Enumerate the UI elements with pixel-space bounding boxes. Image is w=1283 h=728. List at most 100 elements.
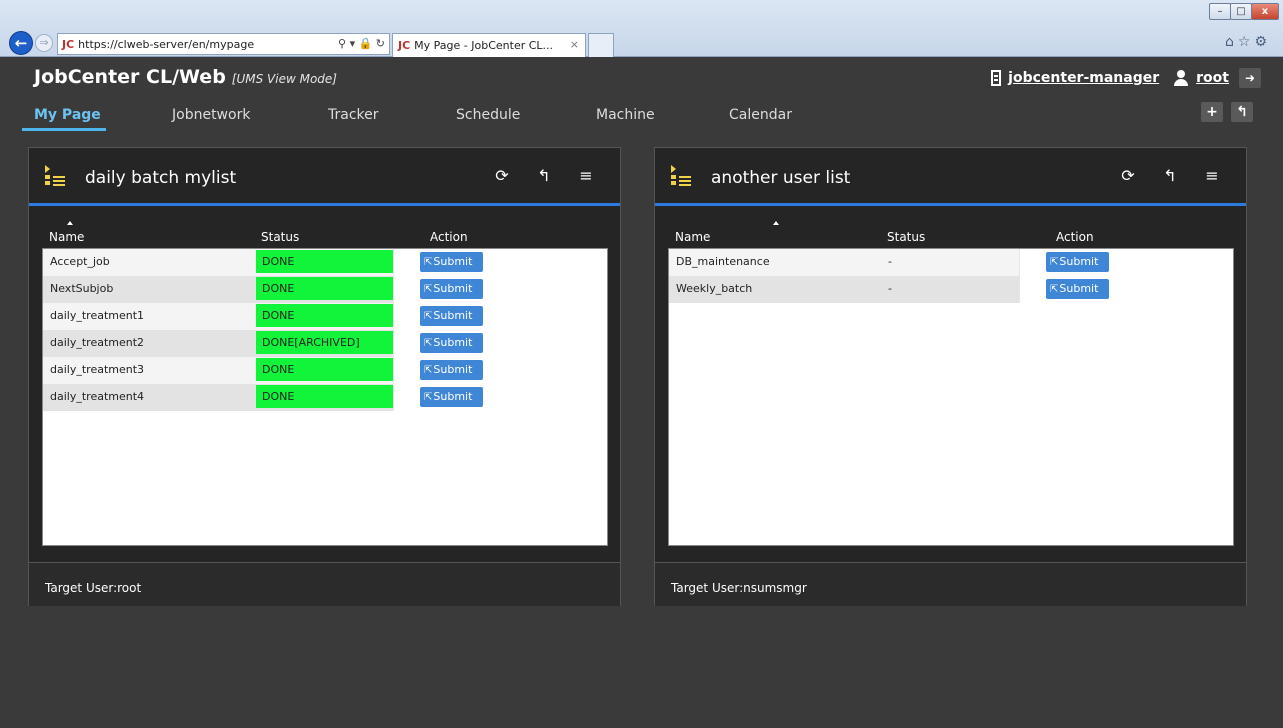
column-header-status[interactable]: Status	[887, 230, 925, 244]
table-row[interactable]: Weekly_batch - ⇱Submit	[669, 276, 1133, 303]
submit-button[interactable]: ⇱Submit	[420, 279, 483, 299]
panel-tools: ⟳ ↰ ≡	[468, 166, 594, 185]
column-header-status[interactable]: Status	[261, 230, 299, 244]
table-row[interactable]: daily_treatment3 DONE ⇱Submit	[43, 357, 507, 384]
user-icon	[1173, 70, 1189, 86]
site-logo-icon: JC	[62, 37, 75, 51]
status-badge: DONE	[256, 250, 393, 273]
panel-header: another user list ⟳ ↰ ≡	[655, 148, 1246, 206]
menu-my-page[interactable]: My Page	[34, 107, 101, 123]
job-name: DB_maintenance	[676, 255, 770, 268]
view-mode-label: [UMS View Mode]	[231, 72, 337, 86]
job-name: daily_treatment3	[50, 363, 145, 376]
submit-button[interactable]: ⇱Submit	[420, 387, 483, 407]
list-icon	[45, 165, 67, 187]
job-name: daily_treatment2	[50, 336, 145, 349]
browser-tab[interactable]: JC My Page - JobCenter CL... ×	[392, 33, 586, 57]
hamburger-icon[interactable]: ≡	[578, 166, 594, 185]
address-bar-icons[interactable]: ⚲ ▾ 🔒 ↻	[338, 37, 385, 50]
status-badge: -	[888, 255, 892, 268]
maximize-button[interactable]: □	[1230, 3, 1252, 20]
refresh-icon[interactable]: ⟳	[494, 166, 510, 185]
header-user-area: jobcenter-manager root ➜	[991, 68, 1261, 88]
submit-icon: ⇱	[424, 392, 433, 403]
main-menu: My Page Jobnetwork Tracker Schedule Mach…	[0, 101, 900, 135]
tab-title: My Page - JobCenter CL...	[414, 39, 554, 52]
wrench-icon[interactable]: ↰	[1231, 102, 1253, 122]
window-controls: – □ x	[1209, 3, 1279, 20]
address-url: https://clweb-server/en/mypage	[78, 37, 255, 51]
target-user-label: Target User:root	[45, 581, 142, 595]
column-header-action: Action	[430, 230, 468, 244]
table-row[interactable]: Accept_job DONE ⇱Submit	[43, 249, 507, 276]
header-tools: + ↰	[1193, 102, 1253, 122]
window-close-button[interactable]: x	[1251, 3, 1279, 20]
panel-footer: Target User:root	[29, 562, 620, 606]
menu-tracker[interactable]: Tracker	[328, 107, 379, 123]
menu-machine[interactable]: Machine	[596, 107, 655, 123]
app-header: JobCenter CL/Web [UMS View Mode] jobcente…	[0, 57, 1283, 135]
job-name: daily_treatment4	[50, 390, 145, 403]
server-link[interactable]: jobcenter-manager	[1008, 70, 1159, 86]
column-header-name[interactable]: Name	[675, 230, 710, 244]
wrench-icon[interactable]: ↰	[536, 166, 552, 185]
refresh-icon[interactable]: ⟳	[1120, 166, 1136, 185]
status-badge: DONE	[256, 385, 393, 408]
minimize-button[interactable]: –	[1209, 3, 1231, 20]
panel-tools: ⟳ ↰ ≡	[1094, 166, 1220, 185]
job-name: daily_treatment1	[50, 309, 145, 322]
address-bar[interactable]: JC https://clweb-server/en/mypage ⚲ ▾ 🔒 …	[57, 33, 390, 55]
wrench-icon[interactable]: ↰	[1162, 166, 1178, 185]
browser-chrome: – □ x ← ⇒ JC https://clweb-server/en/myp…	[0, 0, 1283, 57]
job-name: Accept_job	[50, 255, 110, 268]
submit-icon: ⇱	[424, 365, 433, 376]
submit-icon: ⇱	[1050, 284, 1059, 295]
submit-icon: ⇱	[424, 311, 433, 322]
panel-title: daily batch mylist	[85, 168, 237, 188]
submit-button[interactable]: ⇱Submit	[420, 333, 483, 353]
column-header-action: Action	[1056, 230, 1094, 244]
plus-icon[interactable]: +	[1201, 102, 1223, 122]
table-row[interactable]: daily_treatment2 DONE[ARCHIVED] ⇱Submit	[43, 330, 507, 357]
submit-button[interactable]: ⇱Submit	[420, 252, 483, 272]
tab-logo-icon: JC	[398, 39, 411, 52]
new-tab-button[interactable]	[588, 33, 614, 57]
logout-icon[interactable]: ➜	[1239, 68, 1261, 88]
panel-title: another user list	[711, 168, 851, 188]
column-header-name[interactable]: Name	[49, 230, 84, 244]
user-link[interactable]: root	[1196, 70, 1229, 86]
app-title-text: JobCenter CL/Web	[34, 66, 226, 88]
active-menu-indicator	[22, 128, 106, 131]
table-row[interactable]: DB_maintenance - ⇱Submit	[669, 249, 1133, 276]
submit-icon: ⇱	[1050, 257, 1059, 268]
mylist-panel-1: daily batch mylist ⟳ ↰ ≡ Name Status Act…	[28, 147, 621, 606]
sort-ascending-icon[interactable]	[773, 221, 779, 225]
submit-button[interactable]: ⇱Submit	[420, 306, 483, 326]
status-badge: DONE	[256, 304, 393, 327]
forward-arrow-icon[interactable]: ⇒	[35, 34, 53, 52]
browser-toolbar-icons[interactable]: ⌂☆⚙	[1225, 34, 1271, 50]
table-row[interactable]: daily_treatment1 DONE ⇱Submit	[43, 303, 507, 330]
menu-calendar[interactable]: Calendar	[729, 107, 792, 123]
sort-ascending-icon[interactable]	[67, 221, 73, 225]
tab-close-icon[interactable]: ×	[570, 38, 579, 51]
menu-schedule[interactable]: Schedule	[456, 107, 520, 123]
job-name: Weekly_batch	[676, 282, 753, 295]
job-table: DB_maintenance - ⇱Submit Weekly_batch - …	[668, 248, 1234, 546]
hamburger-icon[interactable]: ≡	[1204, 166, 1220, 185]
panel-footer: Target User:nsumsmgr	[655, 562, 1246, 606]
status-badge: DONE	[256, 358, 393, 381]
target-user-label: Target User:nsumsmgr	[671, 581, 807, 595]
submit-button[interactable]: ⇱Submit	[1046, 279, 1109, 299]
back-arrow-icon[interactable]: ←	[9, 31, 33, 55]
status-badge: DONE	[256, 277, 393, 300]
table-row[interactable]: NextSubjob DONE ⇱Submit	[43, 276, 507, 303]
table-row[interactable]: daily_treatment4 DONE ⇱Submit	[43, 384, 507, 411]
submit-button[interactable]: ⇱Submit	[420, 360, 483, 380]
panel-header: daily batch mylist ⟳ ↰ ≡	[29, 148, 620, 206]
submit-icon: ⇱	[424, 257, 433, 268]
list-icon	[671, 165, 693, 187]
submit-button[interactable]: ⇱Submit	[1046, 252, 1109, 272]
submit-icon: ⇱	[424, 338, 433, 349]
menu-jobnetwork[interactable]: Jobnetwork	[172, 107, 250, 123]
